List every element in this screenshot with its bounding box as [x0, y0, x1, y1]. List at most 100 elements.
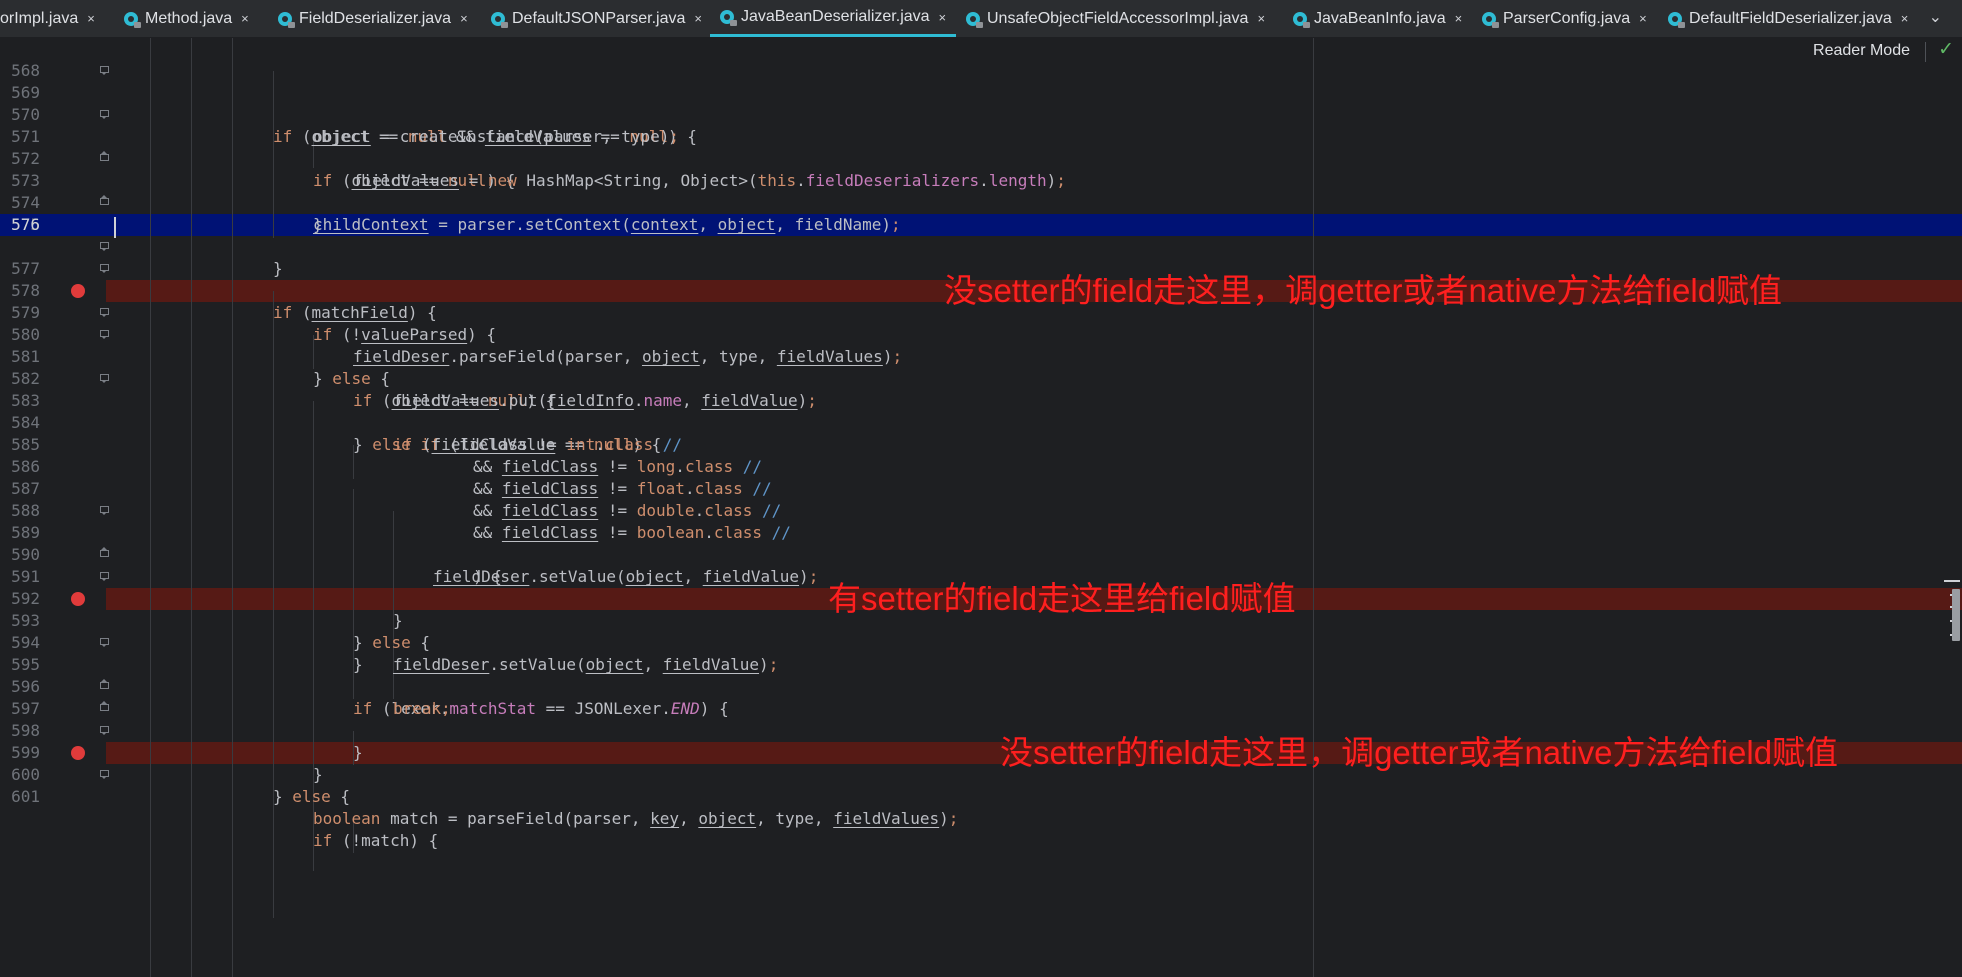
code-line-breakpoint[interactable]: 593 fieldDeser.setValue(object, fieldVal…: [0, 588, 778, 674]
tab-method[interactable]: Method.java ×: [124, 0, 249, 37]
fold-open-icon[interactable]: [100, 770, 109, 779]
fold-open-icon[interactable]: [100, 308, 109, 317]
code-line[interactable]: 590 fieldDeser.setValue(object, fieldVal…: [0, 522, 818, 586]
close-icon[interactable]: ×: [694, 11, 702, 26]
fold-open-icon[interactable]: [100, 330, 109, 339]
code-line[interactable]: 569 if (object == null && fieldValues ==…: [0, 60, 697, 146]
code-line[interactable]: 586 && fieldClass != float.class //: [0, 434, 772, 498]
code-line[interactable]: 574 childContext = parser.setContext(con…: [0, 170, 901, 234]
code-line[interactable]: 592 } else {: [0, 566, 430, 652]
close-icon[interactable]: ×: [1901, 11, 1909, 26]
code-line[interactable]: 597 }: [0, 676, 363, 762]
code-line[interactable]: 596 break;: [0, 654, 451, 718]
fold-open-icon[interactable]: [100, 264, 109, 273]
code-line[interactable]: 575 }: [0, 192, 283, 278]
tab-default-field-deserializer[interactable]: DefaultFieldDeserializer.java ×: [1668, 0, 1908, 37]
code-line[interactable]: 577 if (matchField) {: [0, 236, 437, 322]
fold-open-icon[interactable]: [100, 242, 109, 251]
fold-open-icon[interactable]: [100, 110, 109, 119]
tab-label: JavaBeanDeserializer.java: [741, 8, 930, 25]
tab-label: JavaBeanInfo.java: [1314, 9, 1446, 27]
tab-java-bean-info[interactable]: JavaBeanInfo.java ×: [1293, 0, 1462, 37]
code-line[interactable]: 589 ) {: [0, 500, 502, 586]
code-line[interactable]: 599 } else {: [0, 720, 350, 806]
tab-java-bean-deserializer[interactable]: JavaBeanDeserializer.java ×: [710, 0, 957, 37]
code-text: && fieldClass != long.class //: [473, 457, 763, 476]
code-editor[interactable]: 568 569 if (object == null && fieldValue…: [0, 38, 1962, 977]
fold-open-icon[interactable]: [100, 66, 109, 75]
fold-open-icon[interactable]: [100, 638, 109, 647]
code-text: fieldValues = new HashMap<String, Object…: [353, 171, 1066, 190]
code-line[interactable]: 571 if (object == null) {: [0, 104, 515, 190]
indent-guide: [150, 38, 151, 977]
code-line[interactable]: 581 if (object == null) {: [0, 324, 555, 410]
close-icon[interactable]: ×: [939, 10, 947, 25]
scrollbar-thumb[interactable]: [1952, 589, 1960, 641]
code-line[interactable]: 572 fieldValues = new HashMap<String, Ob…: [0, 126, 1066, 190]
toolbar-divider: [1925, 42, 1926, 62]
code-line[interactable]: 601 if (!match) {: [0, 764, 438, 850]
close-icon[interactable]: ×: [1257, 11, 1265, 26]
code-line[interactable]: 588 && fieldClass != boolean.class //: [0, 478, 791, 542]
breakpoint-icon[interactable]: [71, 284, 85, 298]
code-line[interactable]: 570 object = createInstance(parser, type…: [0, 82, 679, 146]
close-icon[interactable]: ×: [87, 11, 95, 26]
annotation-no-setter: 没setter的field走这里，调getter或者native方法给field…: [1000, 734, 1839, 771]
tab-parser-config[interactable]: ParserConfig.java ×: [1482, 0, 1647, 37]
code-line-current[interactable]: 576: [0, 214, 40, 236]
code-text: fieldValues.put(fieldInfo.name, fieldVal…: [393, 391, 817, 410]
code-line[interactable]: 568: [0, 38, 40, 80]
reader-mode-button[interactable]: Reader Mode: [1813, 42, 1910, 60]
code-line[interactable]: 573 }: [0, 148, 323, 234]
fold-close-icon[interactable]: [100, 151, 109, 163]
line-number[interactable]: 601: [0, 786, 40, 808]
code-text: && fieldClass != boolean.class //: [473, 523, 791, 542]
code-line[interactable]: 587 && fieldClass != double.class //: [0, 456, 781, 520]
fold-close-icon[interactable]: [100, 547, 109, 559]
chevron-down-icon[interactable]: ⌄: [1929, 7, 1942, 27]
breakpoint-icon[interactable]: [71, 592, 85, 606]
code-line[interactable]: 594 }: [0, 610, 363, 674]
line-number[interactable]: 576: [0, 214, 40, 236]
code-text: boolean match = parseField(parser, key, …: [313, 809, 959, 828]
code-line[interactable]: 580 } else {: [0, 302, 390, 388]
code-line[interactable]: 584 if (fieldClass != int.class //: [0, 390, 682, 454]
fold-open-icon[interactable]: [100, 374, 109, 383]
fold-close-icon[interactable]: [100, 701, 109, 713]
code-line[interactable]: 578 if (!valueParsed) {: [0, 258, 496, 344]
tab-label: orImpl.java: [0, 9, 79, 27]
fold-open-icon[interactable]: [100, 506, 109, 515]
fold-open-icon[interactable]: [100, 572, 109, 581]
code-text: object = createInstance(parser, type);: [313, 127, 680, 146]
code-line[interactable]: 583 } else if (fieldValue == null) {: [0, 368, 661, 454]
code-text: fieldDeser.parseField(parser, object, ty…: [353, 347, 903, 366]
close-icon[interactable]: ×: [1639, 11, 1647, 26]
close-icon[interactable]: ×: [241, 11, 249, 26]
fold-close-icon[interactable]: [100, 679, 109, 691]
code-text: }: [393, 611, 403, 630]
breakpoint-icon[interactable]: [71, 746, 85, 760]
fold-close-icon[interactable]: [100, 195, 109, 207]
close-icon[interactable]: ×: [460, 11, 468, 26]
tab-orimpl[interactable]: orImpl.java ×: [0, 0, 95, 37]
close-icon[interactable]: ×: [1455, 11, 1463, 26]
tab-default-json-parser[interactable]: DefaultJSONParser.java ×: [491, 0, 702, 37]
code-line[interactable]: 591 }: [0, 544, 403, 630]
code-line-breakpoint[interactable]: 579 fieldDeser.parseField(parser, object…: [0, 280, 902, 366]
code-line[interactable]: 598 }: [0, 698, 323, 784]
tab-field-deserializer[interactable]: FieldDeserializer.java ×: [278, 0, 468, 37]
code-text: if (!valueParsed) {: [313, 325, 497, 344]
code-text: break;: [393, 699, 451, 718]
code-line[interactable]: 582 fieldValues.put(fieldInfo.name, fiel…: [0, 346, 817, 410]
scrollbar-marker: [1944, 580, 1960, 582]
fold-open-icon[interactable]: [100, 726, 109, 735]
code-line[interactable]: 585 && fieldClass != long.class //: [0, 412, 762, 476]
class-icon: [1293, 11, 1310, 28]
check-icon[interactable]: ✓: [1938, 38, 1954, 60]
code-text: } else {: [353, 633, 431, 652]
tab-unsafe-object-field-accessor-impl[interactable]: UnsafeObjectFieldAccessorImpl.java ×: [966, 0, 1265, 37]
code-line[interactable]: 595 if (lexer.matchStat == JSONLexer.END…: [0, 632, 729, 718]
code-text: && fieldClass != double.class //: [473, 501, 782, 520]
code-line-breakpoint[interactable]: 600 boolean match = parseField(parser, k…: [0, 742, 958, 828]
tab-label: DefaultFieldDeserializer.java: [1689, 9, 1892, 27]
